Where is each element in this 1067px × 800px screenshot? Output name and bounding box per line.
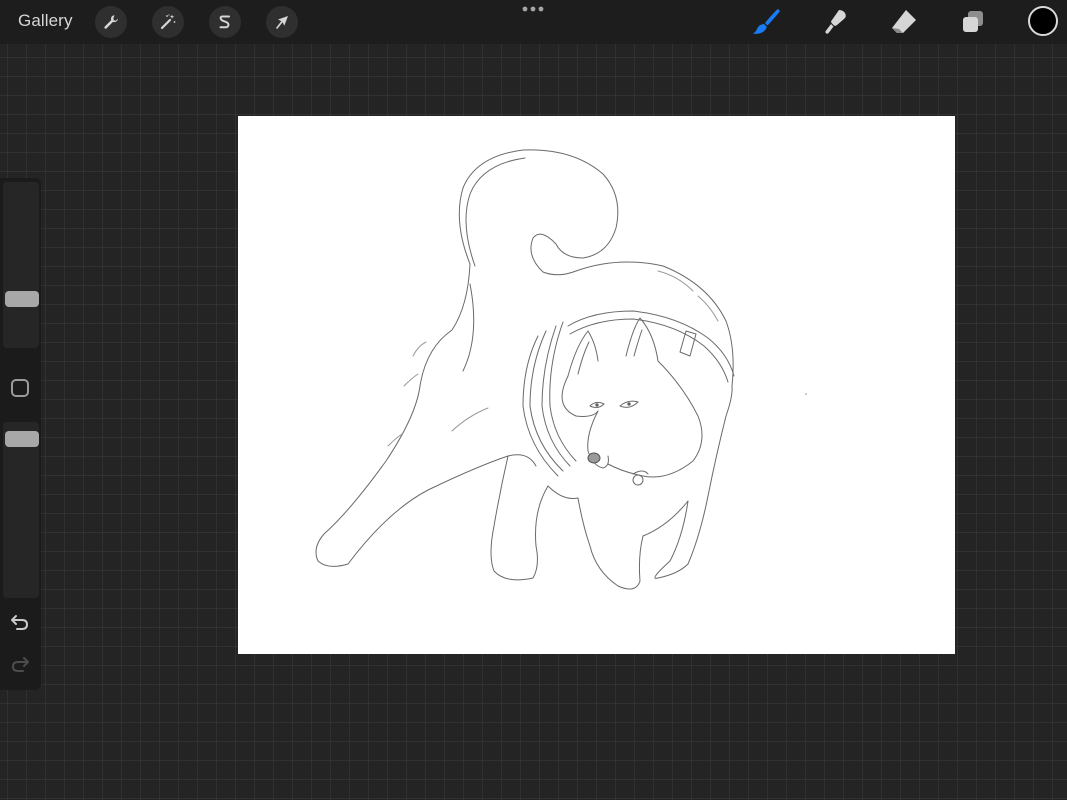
layers-icon — [963, 11, 983, 32]
brush-size-thumb[interactable] — [5, 291, 39, 307]
adjustments-button[interactable] — [152, 6, 184, 38]
drawing-canvas[interactable] — [238, 116, 955, 654]
husky-sketch-drawing — [315, 149, 807, 590]
selection-button[interactable] — [209, 6, 241, 38]
undo-arrow-icon[interactable] — [9, 611, 31, 633]
gallery-button[interactable]: Gallery — [18, 11, 73, 31]
modify-button[interactable] — [11, 379, 29, 397]
left-sidebar — [0, 178, 41, 690]
magic-wand-icon — [160, 14, 176, 30]
top-toolbar: Gallery — [0, 0, 1067, 44]
actions-button[interactable] — [95, 6, 127, 38]
brush-icon — [753, 9, 780, 34]
color-picker-button[interactable] — [1028, 6, 1058, 36]
eraser-tool-button[interactable] — [887, 6, 921, 38]
opacity-thumb[interactable] — [5, 431, 39, 447]
eraser-icon — [892, 10, 916, 33]
arrow-cursor-icon — [276, 16, 288, 29]
smudge-tool-button[interactable] — [818, 6, 852, 38]
selection-s-icon — [219, 15, 230, 29]
brush-tool-button[interactable] — [749, 6, 783, 38]
redo-arrow-icon[interactable] — [9, 653, 31, 675]
layers-button[interactable] — [956, 6, 990, 38]
brush-size-slider[interactable] — [3, 182, 39, 348]
more-dots-icon[interactable] — [521, 4, 545, 14]
transform-button[interactable] — [266, 6, 298, 38]
opacity-slider[interactable] — [3, 422, 39, 598]
smudge-icon — [825, 10, 846, 34]
wrench-icon — [104, 15, 118, 29]
